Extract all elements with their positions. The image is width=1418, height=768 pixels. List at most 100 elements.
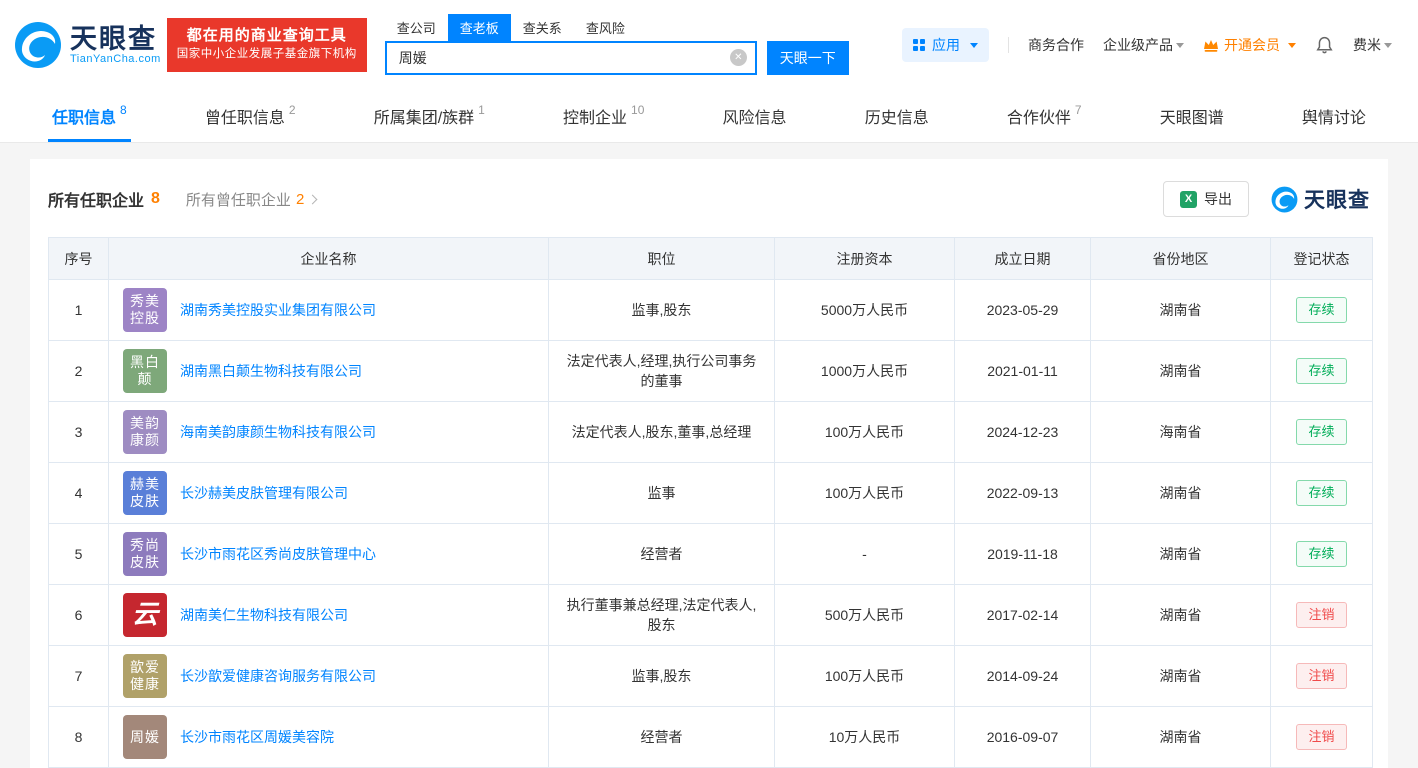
page-tab-count: 8 [120,103,127,117]
user-menu[interactable]: 费米 [1353,35,1392,55]
column-header: 注册资本 [774,237,955,280]
brand-watermark: 天眼查 [1271,184,1370,214]
former-label: 所有曾任职企业 [185,191,291,209]
vip-upgrade-button[interactable]: 开通会员 [1203,35,1296,55]
status-cell: 存续 [1270,462,1373,524]
search-input[interactable] [398,49,730,66]
clear-icon[interactable]: ✕ [729,49,747,66]
page-tab[interactable]: 舆情讨论 [1298,90,1370,142]
company-cell: 黑白颠湖南黑白颠生物科技有限公司 [108,340,549,402]
logo-name: 天眼查 [70,24,157,54]
page-tab-count: 1 [478,103,485,117]
status-badge: 存续 [1296,541,1347,567]
page-tab-label: 任职信息 [52,110,117,127]
excel-icon: X [1180,190,1197,208]
established-date-cell: 2014-09-24 [954,645,1091,707]
status-badge: 注销 [1296,724,1347,750]
table-header-row: 序号 企业名称 职位 注册资本 成立日期 省份地区 登记状态 [48,237,1373,280]
tianyancha-logo[interactable]: 天眼查 TianYanCha.com [14,21,161,69]
capital-cell: 5000万人民币 [774,279,955,341]
company-logo: 美韵 康颜 [123,410,167,454]
company-link[interactable]: 长沙赫美皮肤管理有限公司 [180,483,348,503]
capital-cell: 1000万人民币 [774,340,955,402]
vip-label: 开通会员 [1224,37,1280,53]
established-date-cell: 2016-09-07 [954,706,1091,768]
chevron-down-icon [1288,42,1296,48]
export-button[interactable]: X 导出 [1163,181,1249,217]
page-tab[interactable]: 任职信息 8 [48,90,131,142]
status-badge: 存续 [1296,297,1347,323]
crown-icon [1204,39,1218,52]
company-link[interactable]: 长沙市雨花区周媛美容院 [180,727,334,747]
page-tab[interactable]: 历史信息 [861,90,933,142]
established-date-cell: 2019-11-18 [954,523,1091,585]
enterprise-product-label: 企业级产品 [1103,37,1173,53]
company-link[interactable]: 湖南黑白颠生物科技有限公司 [180,361,362,381]
page-tab-label: 控制企业 [563,110,628,127]
table-row: 6 云湖南美仁生物科技有限公司 执行董事兼总经理,法定代表人,股东 500万人民币 20… [48,584,1373,646]
tianyancha-logo-icon [1271,186,1298,212]
status-cell: 注销 [1270,706,1373,768]
company-logo: 周媛 [123,715,167,759]
established-date-cell: 2024-12-23 [954,401,1091,463]
export-label: 导出 [1204,191,1232,207]
capital-cell: 100万人民币 [774,645,955,707]
enterprise-product-menu[interactable]: 企业级产品 [1103,35,1184,55]
page-tab[interactable]: 合作伙伴 7 [1003,90,1086,142]
search-tab[interactable]: 查关系 [511,14,574,41]
region-cell: 湖南省 [1090,584,1271,646]
apps-grid-icon [913,39,925,51]
page-tab[interactable]: 曾任职信息 2 [201,90,300,142]
chevron-down-icon [1176,42,1184,48]
apps-menu-button[interactable]: 应用 [902,28,989,62]
search-tab[interactable]: 查公司 [385,14,448,41]
positions-table-body: 1 秀美 控股 湖南秀美控股实业集团有限公司 监事,股东 5000万人民币 2023-05-… [48,279,1373,768]
notifications-bell-icon[interactable] [1315,36,1334,55]
promo-line2: 国家中小企业发展子基金旗下机构 [176,48,357,60]
region-cell: 湖南省 [1090,523,1271,585]
position-cell: 监事,股东 [548,645,775,707]
capital-cell: 100万人民币 [774,462,955,524]
company-link[interactable]: 海南美韵康颜生物科技有限公司 [180,422,376,442]
position-cell: 经营者 [548,523,775,585]
search-input-wrap: ✕ [384,40,757,75]
company-logo: 秀美 控股 [123,288,167,332]
search-area: 查公司查老板查关系查风险 ✕ 天眼一下 [384,13,849,75]
index-cell: 5 [48,523,109,585]
header-divider [1008,37,1009,53]
company-link[interactable]: 湖南秀美控股实业集团有限公司 [180,300,376,320]
company-link[interactable]: 长沙歆爱健康咨询服务有限公司 [180,666,376,686]
chevron-right-icon [307,194,318,204]
search-tab[interactable]: 查老板 [447,13,511,41]
page-tab-label: 风险信息 [722,110,787,127]
position-cell: 法定代表人,股东,董事,总经理 [548,401,775,463]
page-tab-label: 所属集团/族群 [373,110,475,127]
table-row: 4 赫美 皮肤 长沙赫美皮肤管理有限公司 监事 100万人民币 2022-09-13 湖南省存… [48,462,1373,524]
page-tab[interactable]: 风险信息 [719,90,791,142]
page-tab[interactable]: 所属集团/族群 1 [370,90,489,142]
established-date-cell: 2017-02-14 [954,584,1091,646]
section-header: 所有任职企业 8 所有曾任职企业 2 X 导出 天眼查 [48,181,1370,217]
region-cell: 湖南省 [1090,279,1271,341]
company-logo: 黑白颠 [123,349,167,393]
status-badge: 存续 [1296,419,1347,445]
page-tab-label: 舆情讨论 [1301,110,1366,127]
position-cell: 法定代表人,经理,执行公司事务的董事 [548,340,775,402]
page-tab-label: 合作伙伴 [1006,110,1071,127]
company-link[interactable]: 湖南美仁生物科技有限公司 [180,605,348,625]
page-tab[interactable]: 天眼图谱 [1156,90,1228,142]
status-cell: 存续 [1270,401,1373,463]
capital-cell: 500万人民币 [774,584,955,646]
region-cell: 湖南省 [1090,645,1271,707]
index-cell: 6 [48,584,109,646]
page-tab[interactable]: 控制企业 10 [559,90,648,142]
company-link[interactable]: 长沙市雨花区秀尚皮肤管理中心 [180,544,376,564]
company-logo: 歆爱 健康 [123,654,167,698]
former-positions-link[interactable]: 所有曾任职企业 2 [185,189,318,210]
search-button[interactable]: 天眼一下 [766,40,849,75]
business-coop-link[interactable]: 商务合作 [1028,35,1084,55]
search-tab[interactable]: 查风险 [574,14,637,41]
column-header: 职位 [548,237,775,280]
region-cell: 湖南省 [1090,706,1271,768]
company-cell: 赫美 皮肤 长沙赫美皮肤管理有限公司 [108,462,549,524]
